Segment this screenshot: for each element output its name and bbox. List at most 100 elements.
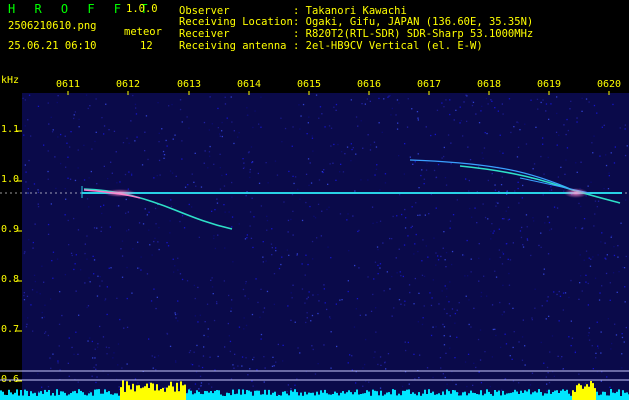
noise-dot	[153, 177, 155, 179]
noise-dot	[381, 131, 383, 133]
noise-dot	[28, 239, 30, 241]
noise-dot	[47, 178, 49, 180]
noise-dot	[468, 323, 470, 326]
noise-dot	[172, 138, 174, 140]
histogram-bar	[92, 395, 94, 400]
noise-dot	[167, 245, 170, 247]
noise-dot	[556, 96, 558, 98]
noise-dot	[198, 236, 200, 238]
noise-dot	[595, 357, 597, 359]
noise-dot	[252, 126, 254, 129]
noise-dot	[446, 296, 448, 298]
noise-dot	[593, 225, 595, 227]
noise-dot	[312, 348, 314, 351]
noise-dot	[379, 356, 382, 358]
histogram-bar	[568, 393, 570, 400]
histogram-bar	[564, 390, 566, 400]
histogram-bar	[448, 391, 450, 400]
noise-dot	[301, 263, 303, 265]
noise-dot	[467, 146, 469, 148]
noise-dot	[121, 240, 124, 242]
noise-dot	[158, 159, 161, 162]
noise-dot	[212, 293, 214, 295]
histogram-bar	[12, 394, 14, 400]
noise-dot	[84, 282, 86, 284]
noise-dot	[78, 314, 80, 316]
histogram-bar	[212, 393, 214, 400]
histogram-bar	[208, 392, 210, 400]
noise-dot	[37, 105, 40, 107]
histogram-bar	[346, 392, 348, 400]
noise-dot	[125, 198, 127, 201]
noise-dot	[283, 201, 285, 203]
histogram-bar	[600, 394, 602, 400]
noise-dot	[282, 344, 284, 346]
histogram-bar	[372, 389, 374, 400]
histogram-bar	[250, 391, 252, 400]
noise-dot	[614, 146, 616, 148]
noise-dot	[296, 254, 298, 256]
noise-dot	[151, 254, 153, 256]
noise-dot	[45, 331, 47, 333]
noise-dot	[311, 137, 314, 139]
noise-dot	[407, 98, 409, 100]
noise-dot	[38, 391, 40, 393]
noise-dot	[270, 243, 273, 245]
noise-dot	[137, 267, 139, 269]
noise-dot	[209, 356, 211, 358]
histogram-bar	[516, 391, 518, 400]
noise-dot	[441, 290, 443, 292]
histogram-bar	[64, 392, 66, 400]
noise-dot	[47, 150, 49, 152]
noise-dot	[417, 321, 419, 323]
histogram-bar	[570, 395, 572, 400]
noise-dot	[406, 126, 409, 128]
noise-dot	[189, 388, 191, 390]
noise-dot	[511, 358, 513, 360]
noise-dot	[119, 318, 121, 321]
noise-dot	[350, 160, 352, 162]
noise-dot	[474, 207, 476, 209]
noise-dot	[188, 127, 190, 129]
noise-dot	[508, 284, 511, 286]
histogram-bar	[334, 391, 336, 400]
noise-dot	[297, 347, 299, 349]
histogram-bar	[80, 390, 82, 400]
noise-dot	[379, 189, 381, 191]
noise-dot	[399, 194, 401, 196]
noise-dot	[458, 302, 460, 304]
histogram-bar	[90, 392, 92, 400]
noise-dot	[375, 331, 377, 333]
noise-dot	[316, 237, 318, 239]
noise-dot	[217, 234, 219, 236]
histogram-bar	[74, 390, 76, 400]
noise-dot	[507, 219, 509, 221]
noise-dot	[224, 247, 226, 249]
noise-dot	[502, 113, 504, 115]
noise-dot	[357, 125, 359, 127]
noise-dot	[346, 146, 349, 148]
histogram-bar	[528, 389, 530, 400]
noise-dot	[364, 363, 366, 366]
histogram-bar	[498, 390, 500, 400]
noise-dot	[608, 175, 610, 177]
noise-dot	[560, 358, 562, 360]
histogram-bar	[506, 393, 508, 400]
noise-dot	[597, 345, 599, 347]
noise-dot	[308, 291, 310, 293]
noise-dot	[551, 335, 554, 337]
noise-dot	[25, 171, 27, 173]
noise-dot	[73, 217, 75, 220]
histogram-bar	[50, 395, 52, 400]
noise-dot	[108, 129, 110, 131]
spectrogram-plot	[0, 91, 629, 400]
noise-dot	[116, 205, 118, 207]
noise-dot	[137, 382, 139, 384]
noise-dot	[97, 343, 99, 345]
noise-dot	[230, 96, 232, 98]
histogram-bar	[42, 393, 44, 400]
histogram-bar	[170, 381, 172, 400]
noise-dot	[365, 314, 367, 316]
noise-dot	[556, 293, 558, 296]
noise-dot	[102, 336, 105, 338]
